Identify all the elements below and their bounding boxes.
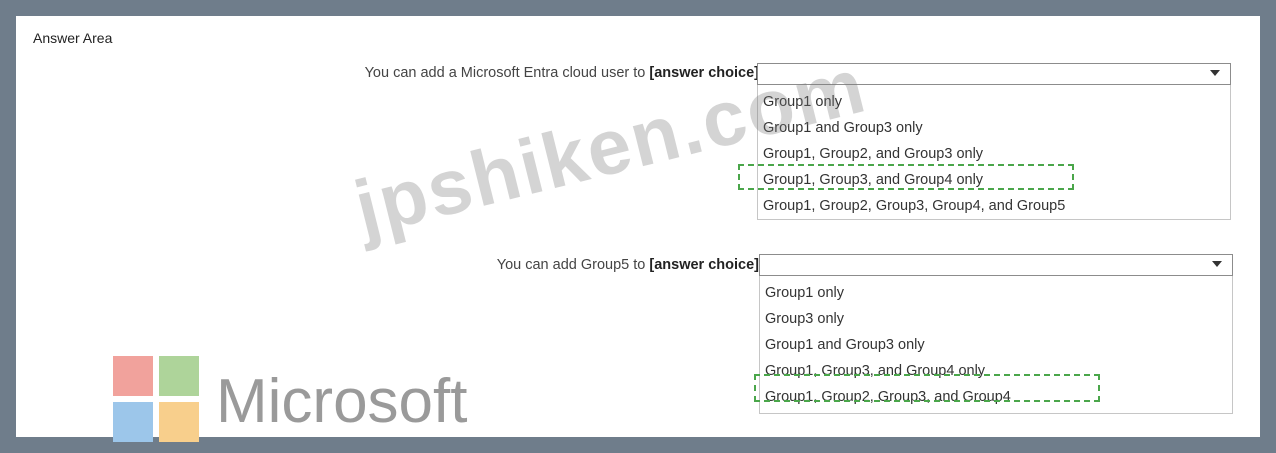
question-2-option[interactable]: Group1 and Group3 only [760, 332, 1232, 358]
microsoft-wordmark: Microsoft [216, 367, 468, 436]
question-1-statement: You can add a Microsoft Entra cloud user… [365, 65, 763, 81]
answer-area-panel: Answer Area You can add a Microsoft Entr… [16, 16, 1260, 442]
logo-blue-square [113, 402, 153, 442]
logo-green-square [159, 356, 199, 396]
question-2-answer-choice-label: [answer choice] [649, 257, 759, 273]
question-1-select[interactable] [757, 63, 1231, 85]
question-2-prefix: You can add Group5 to [496, 257, 650, 273]
question-1-option[interactable]: Group1 only [758, 89, 1230, 115]
question-2-option[interactable]: Group1 only [760, 280, 1232, 306]
question-1-answer-highlight [738, 164, 1074, 190]
chevron-down-icon[interactable] [1212, 261, 1222, 267]
question-2-statement: You can add Group5 to [answer choice]. [497, 257, 763, 273]
question-1-option-list: Group1 only Group1 and Group3 only Group… [757, 85, 1231, 220]
question-1-dropdown[interactable]: Group1 only Group1 and Group3 only Group… [757, 63, 1231, 220]
chevron-down-icon[interactable] [1210, 70, 1220, 76]
question-1-option[interactable]: Group1 and Group3 only [758, 115, 1230, 141]
question-1-option[interactable]: Group1, Group2, Group3, Group4, and Grou… [758, 193, 1230, 219]
question-1-answer-choice-label: [answer choice] [649, 65, 759, 81]
logo-red-square [113, 356, 153, 396]
answer-area-title: Answer Area [33, 30, 113, 46]
question-2-answer-highlight [754, 374, 1100, 402]
question-1-prefix: You can add a Microsoft Entra cloud user… [364, 65, 650, 81]
question-2-option[interactable]: Group3 only [760, 306, 1232, 332]
logo-yellow-square [159, 402, 199, 442]
question-2-select[interactable] [759, 254, 1233, 276]
